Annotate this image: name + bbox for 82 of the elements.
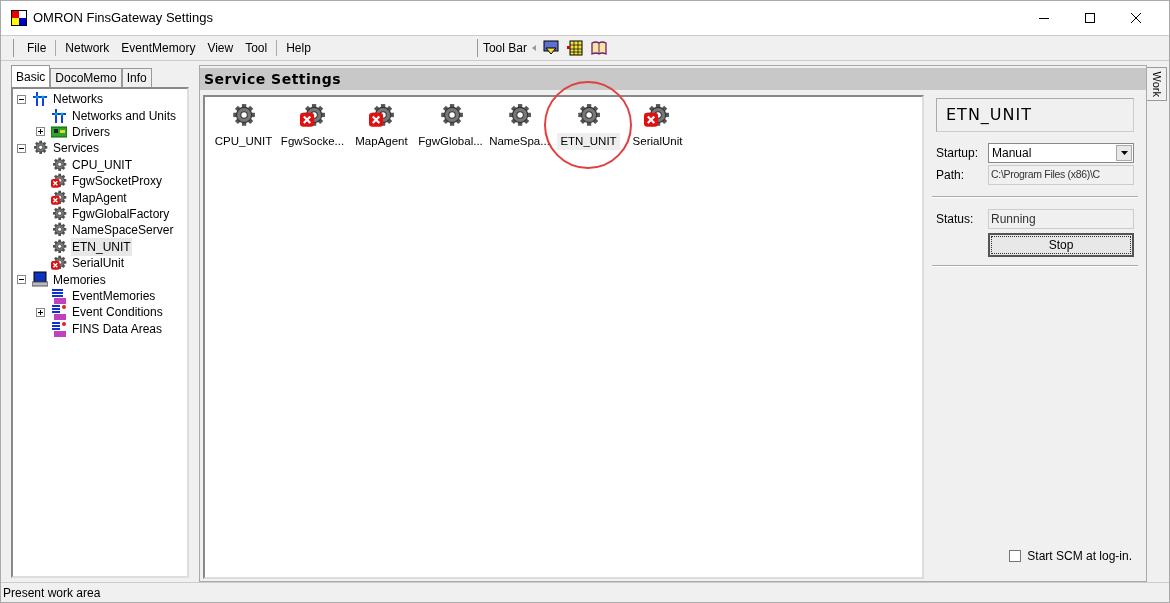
network-icon	[51, 107, 67, 124]
tree-item[interactable]: Event Conditions	[71, 303, 164, 322]
tree-item[interactable]: MapAgent	[71, 188, 128, 207]
close-icon	[1131, 13, 1141, 23]
toolbar-button[interactable]	[588, 38, 609, 58]
stop-button[interactable]: Stop	[988, 233, 1134, 257]
tree-item[interactable]: FgwSocketProxy	[71, 172, 164, 191]
expander[interactable]	[17, 143, 26, 153]
gear-icon	[32, 140, 48, 157]
minus-icon	[19, 147, 24, 149]
expander[interactable]	[36, 307, 45, 317]
app-icon	[11, 10, 27, 26]
menu-item[interactable]: Tool	[239, 38, 274, 58]
tree-item[interactable]: Services	[52, 139, 100, 158]
grid-icon	[566, 40, 583, 56]
plus-icon	[38, 309, 43, 315]
expander[interactable]	[36, 127, 45, 137]
expander[interactable]	[17, 275, 26, 284]
service-item[interactable]: SerialUnit	[631, 99, 684, 151]
tree-item[interactable]: CPU_UNIT	[71, 155, 133, 174]
gear-error-icon	[51, 173, 67, 190]
memory-icon	[51, 304, 67, 321]
tree-item[interactable]: Networks and Units	[71, 106, 178, 125]
toolbar-button[interactable]	[564, 38, 585, 58]
window-title: OMRON FinsGateway Settings	[33, 9, 213, 28]
service-item[interactable]: CPU_UNIT	[213, 99, 274, 151]
computer-icon	[32, 271, 48, 288]
status-text: Present work area	[3, 584, 101, 602]
checkbox[interactable]	[1009, 550, 1022, 562]
maximize-icon	[1085, 13, 1095, 23]
menu-item[interactable]: File	[21, 38, 53, 58]
field-label: Startup:	[936, 145, 980, 162]
service-item[interactable]: ETN_UNIT	[557, 99, 620, 151]
network-icon	[32, 91, 48, 108]
tree-item[interactable]: ETN_UNIT	[71, 237, 132, 256]
tree-item[interactable]: Networks	[52, 90, 104, 109]
tree-item[interactable]: EventMemories	[71, 286, 157, 305]
gear-icon	[51, 238, 67, 255]
plus-icon	[38, 129, 43, 135]
tree-item[interactable]: SerialUnit	[71, 254, 126, 273]
toolbar-label: Tool Bar	[482, 40, 527, 57]
tab[interactable]: DocoMemo	[50, 68, 122, 87]
service-item[interactable]: FgwGlobal...	[417, 99, 484, 151]
service-item[interactable]: NameSpa...	[488, 99, 551, 151]
gear-error-icon	[51, 189, 67, 206]
tree-item[interactable]: FINS Data Areas	[71, 319, 164, 338]
minimize-icon	[1039, 17, 1049, 19]
tree-item[interactable]: NameSpaceServer	[71, 221, 175, 240]
service-name: ETN_UNIT	[936, 98, 1134, 132]
minus-icon	[19, 279, 24, 280]
dropdown-arrow-icon	[1120, 151, 1128, 155]
menu-item[interactable]: Help	[280, 38, 317, 58]
menu-item[interactable]: EventMemory	[115, 38, 202, 58]
gear-error-icon	[51, 255, 67, 272]
field-label: Path:	[936, 167, 966, 184]
monitor-icon	[542, 40, 559, 56]
service-item[interactable]: MapAgent	[354, 99, 409, 151]
panel-header: Service Settings	[200, 68, 1146, 90]
path-field[interactable]: C:\Program Files (x86)\C	[988, 165, 1134, 185]
tab[interactable]: Info	[121, 68, 152, 87]
gear-icon	[51, 205, 67, 222]
service-item[interactable]: FgwSocke...	[279, 99, 346, 151]
startup-dropdown[interactable]: Manual	[988, 143, 1134, 163]
tree-item[interactable]: FgwGlobalFactory	[71, 204, 171, 223]
menu-item[interactable]: Network	[59, 38, 116, 58]
side-tab[interactable]: Work	[1147, 67, 1167, 101]
gear-icon	[51, 222, 67, 239]
tab[interactable]: Basic	[11, 65, 51, 87]
book-icon	[590, 40, 607, 56]
status-field: Running	[988, 209, 1134, 229]
board-icon	[51, 123, 67, 140]
menu-item[interactable]: View	[201, 38, 240, 58]
grip-arrow-icon	[531, 45, 536, 51]
memory-icon	[51, 287, 67, 304]
memory-icon	[51, 320, 67, 337]
field-label: Status:	[936, 211, 975, 228]
tree-item[interactable]: Drivers	[71, 123, 111, 141]
checkbox-label: Start SCM at log-in.	[1027, 548, 1132, 565]
expander[interactable]	[17, 94, 26, 104]
tree-item[interactable]: Memories	[52, 270, 107, 289]
gear-icon	[51, 156, 67, 173]
minus-icon	[19, 98, 24, 100]
